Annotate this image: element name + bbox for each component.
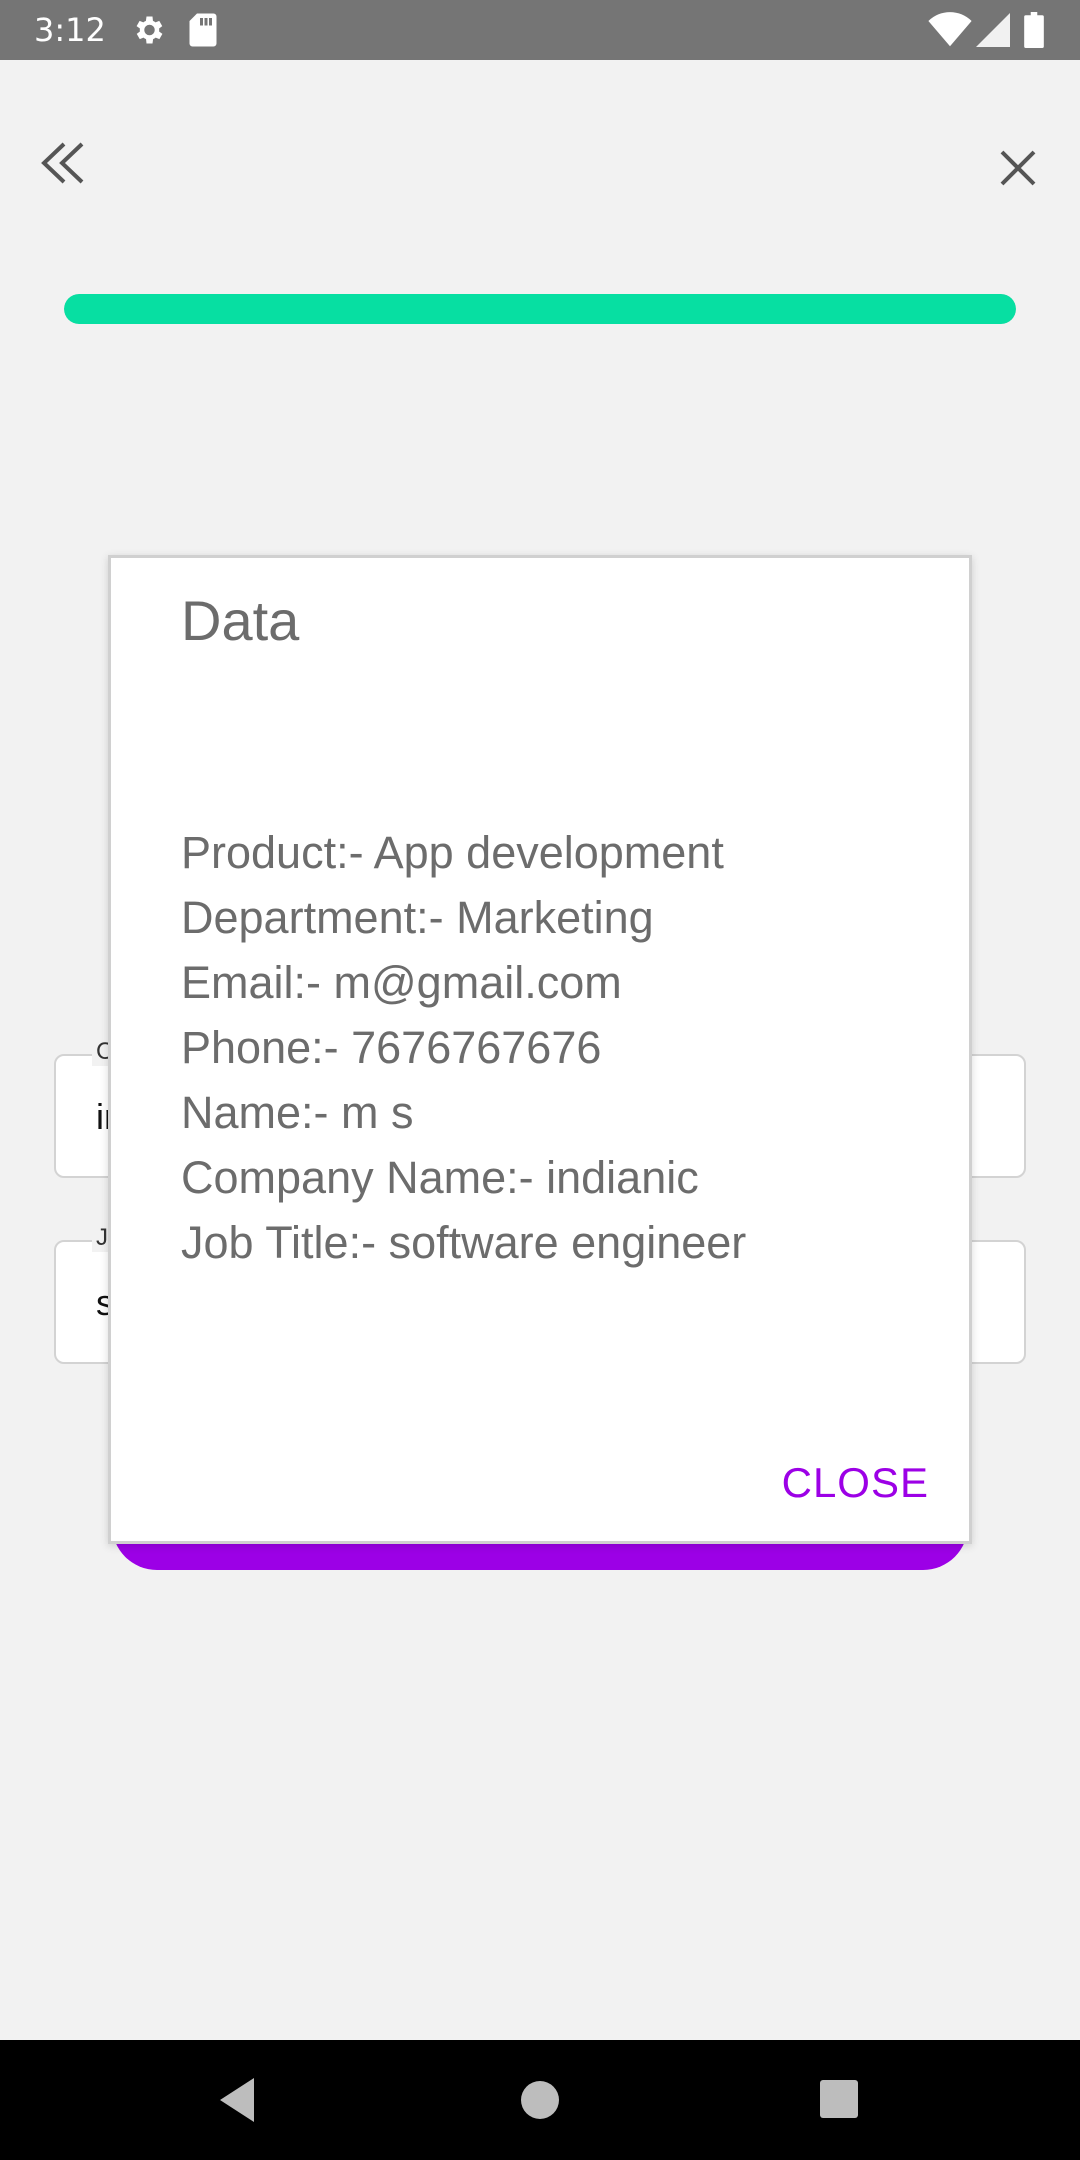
signal-icon xyxy=(976,12,1010,52)
dialog-body: Product:- App development Department:- M… xyxy=(181,820,941,1275)
nav-recents-icon[interactable] xyxy=(810,2070,870,2130)
wifi-icon xyxy=(928,12,972,52)
status-bar: 3:12 xyxy=(0,0,1080,60)
nav-home-icon[interactable] xyxy=(510,2070,570,2130)
sd-card-icon xyxy=(188,12,218,52)
dialog-line-product: Product:- App development xyxy=(181,827,724,878)
status-time: 3:12 xyxy=(34,11,106,49)
navigation-bar xyxy=(0,2040,1080,2160)
dialog-line-name: Name:- m s xyxy=(181,1087,414,1138)
dialog-line-job-title: Job Title:- software engineer xyxy=(181,1217,747,1268)
close-button[interactable]: CLOSE xyxy=(778,1447,933,1519)
data-dialog: Data Product:- App development Departmen… xyxy=(108,555,972,1544)
gear-icon xyxy=(130,12,166,52)
dialog-line-department: Department:- Marketing xyxy=(181,892,654,943)
dialog-title: Data xyxy=(181,589,300,652)
dialog-line-phone: Phone:- 7676767676 xyxy=(181,1022,602,1073)
nav-back-icon[interactable] xyxy=(210,2070,270,2130)
dialog-line-email: Email:- m@gmail.com xyxy=(181,957,622,1008)
dialog-line-company: Company Name:- indianic xyxy=(181,1152,699,1203)
battery-icon xyxy=(1024,12,1044,52)
